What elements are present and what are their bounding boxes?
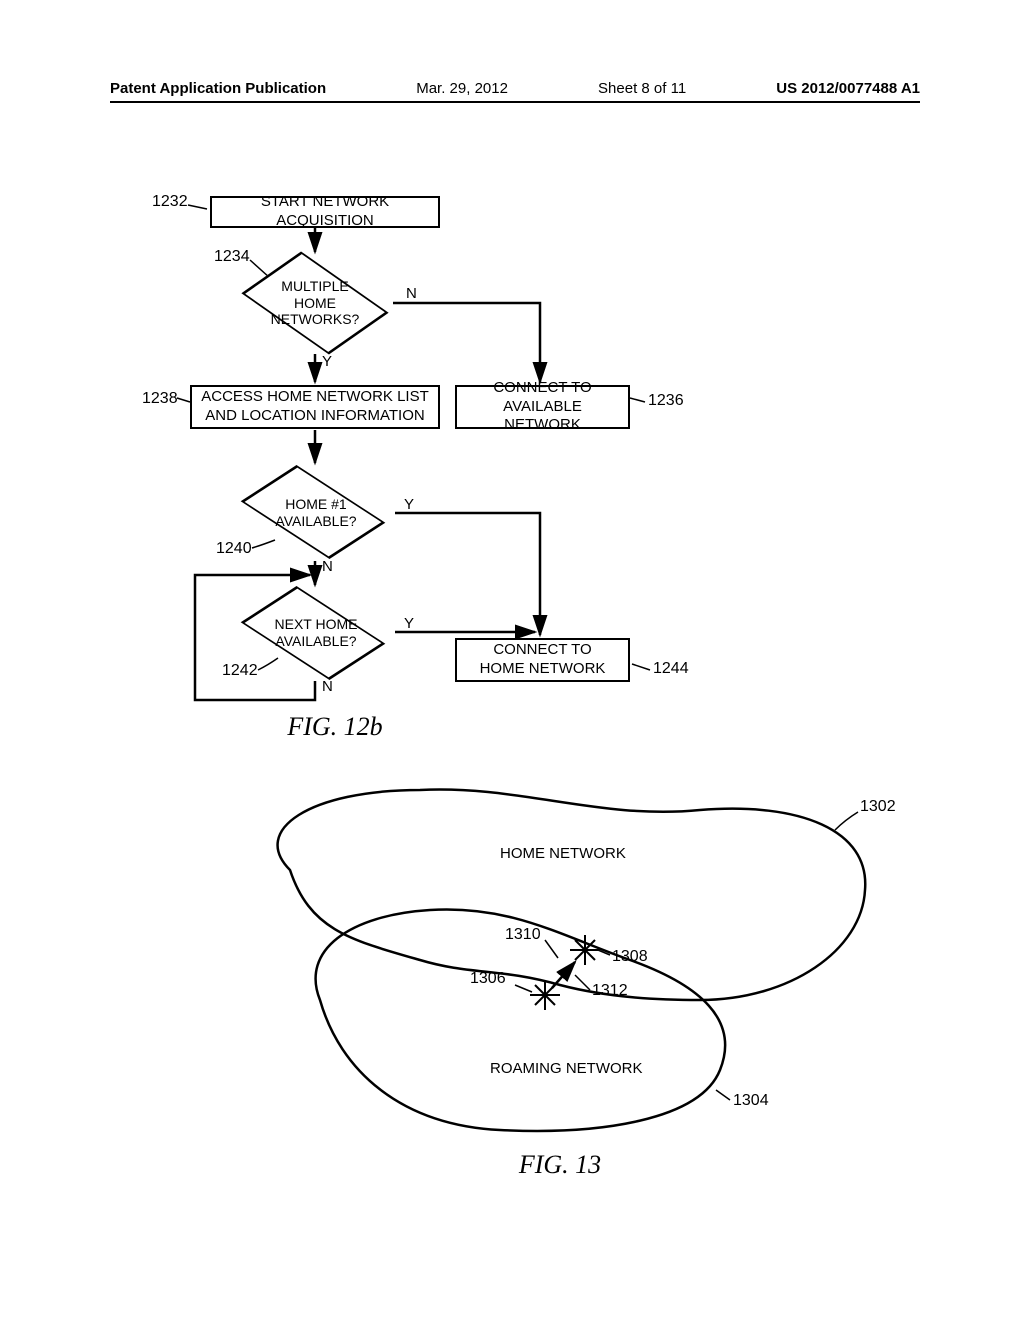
ref-1308: 1308 (612, 948, 648, 966)
diagram-canvas: START NETWORK ACQUISITION 1232 MULTIPLE … (0, 0, 1024, 1320)
roaming-network-label: ROAMING NETWORK (490, 1060, 643, 1077)
ref-1232: 1232 (152, 193, 188, 211)
nexthome-no: N (322, 678, 333, 695)
start-text: START NETWORK ACQUISITION (218, 193, 432, 231)
ref-1240: 1240 (216, 540, 252, 558)
ref-1242: 1242 (222, 662, 258, 680)
home-network-label: HOME NETWORK (500, 845, 626, 862)
connect-home-text: CONNECT TO HOME NETWORK (480, 641, 606, 679)
access-list-text: ACCESS HOME NETWORK LIST AND LOCATION IN… (201, 388, 429, 426)
ref-1312: 1312 (592, 982, 628, 1000)
home1-label: HOME #1 AVAILABLE? (262, 492, 370, 534)
connect-avail-box: CONNECT TO AVAILABLE NETWORK (455, 385, 630, 429)
home1-no: N (322, 558, 333, 575)
nexthome-label: NEXT HOME AVAILABLE? (262, 612, 370, 654)
ref-1304: 1304 (733, 1092, 769, 1110)
multiple-label: MULTIPLE HOME NETWORKS? (260, 276, 370, 330)
ref-1310: 1310 (505, 926, 541, 944)
ref-1234: 1234 (214, 248, 250, 266)
fig12b-caption: FIG. 12b (265, 712, 405, 742)
ref-1238: 1238 (142, 390, 178, 408)
connect-home-box: CONNECT TO HOME NETWORK (455, 638, 630, 682)
access-list-box: ACCESS HOME NETWORK LIST AND LOCATION IN… (190, 385, 440, 429)
nexthome-yes: Y (404, 615, 414, 632)
ref-1244: 1244 (653, 660, 689, 678)
ref-1302: 1302 (860, 798, 896, 816)
start-box: START NETWORK ACQUISITION (210, 196, 440, 228)
fig13-caption: FIG. 13 (490, 1150, 630, 1180)
multiple-yes: Y (322, 353, 332, 370)
multiple-no: N (406, 285, 417, 302)
ref-1236: 1236 (648, 392, 684, 410)
connect-avail-text: CONNECT TO AVAILABLE NETWORK (463, 379, 622, 435)
home1-yes: Y (404, 496, 414, 513)
ref-1306: 1306 (470, 970, 506, 988)
